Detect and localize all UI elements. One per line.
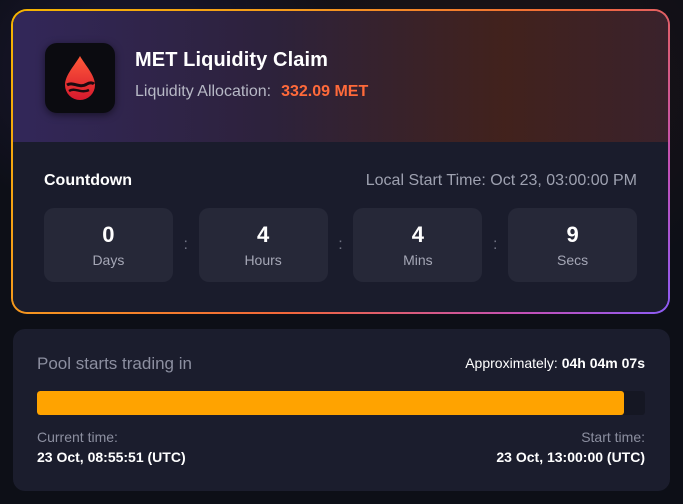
countdown-section: Countdown Local Start Time: Oct 23, 03:0… [13, 142, 668, 312]
local-start-time: Local Start Time: Oct 23, 03:00:00 PM [365, 172, 637, 189]
countdown-value: 4 [411, 222, 424, 247]
liquidity-claim-card-inner: MET Liquidity Claim Liquidity Allocation… [13, 11, 668, 312]
countdown-secs: 9 Secs [508, 208, 637, 282]
allocation-row: Liquidity Allocation: 332.09 MET [135, 83, 368, 101]
start-time-value: 23 Oct, 13:00:00 (UTC) [496, 449, 645, 465]
countdown-value: 4 [257, 222, 270, 247]
countdown-value: 0 [102, 222, 115, 247]
progress-fill [37, 391, 624, 415]
approx-value: 04h 04m 07s [561, 355, 645, 371]
approx-label: Approximately: [465, 355, 558, 371]
page-title: MET Liquidity Claim [135, 49, 329, 71]
countdown-unit-label: Hours [244, 252, 282, 268]
countdown-mins: 4 Mins [353, 208, 483, 282]
countdown-unit-label: Secs [557, 252, 589, 268]
countdown-days: 0 Days [44, 208, 173, 282]
claim-header: MET Liquidity Claim Liquidity Allocation… [13, 11, 668, 142]
countdown-label: Countdown [44, 172, 132, 189]
current-time-value: 23 Oct, 08:55:51 (UTC) [37, 449, 186, 465]
countdown-units: 0 Days : 4 Hours : 4 Mins : 9 Secs [44, 208, 637, 282]
drop-logo-icon [45, 43, 115, 113]
pool-label: Pool starts trading in [37, 354, 192, 373]
countdown-unit-label: Mins [403, 252, 433, 268]
countdown-separator: : [338, 236, 343, 253]
countdown-separator: : [493, 236, 498, 253]
current-time-label: Current time: [37, 429, 118, 445]
countdown-hours: 4 Hours [198, 208, 328, 282]
allocation-value: 332.09 MET [281, 83, 369, 100]
liquidity-claim-card: MET Liquidity Claim Liquidity Allocation… [11, 9, 670, 314]
pool-status-card: Pool starts trading in Approximately: 04… [13, 329, 670, 491]
approximate-time: Approximately: 04h 04m 07s [465, 355, 645, 371]
progress-bar [37, 391, 645, 415]
start-time-label: Start time: [581, 429, 645, 445]
allocation-label: Liquidity Allocation: [135, 83, 272, 100]
countdown-separator: : [183, 236, 188, 253]
countdown-unit-label: Days [92, 252, 125, 268]
countdown-value: 9 [566, 222, 579, 247]
